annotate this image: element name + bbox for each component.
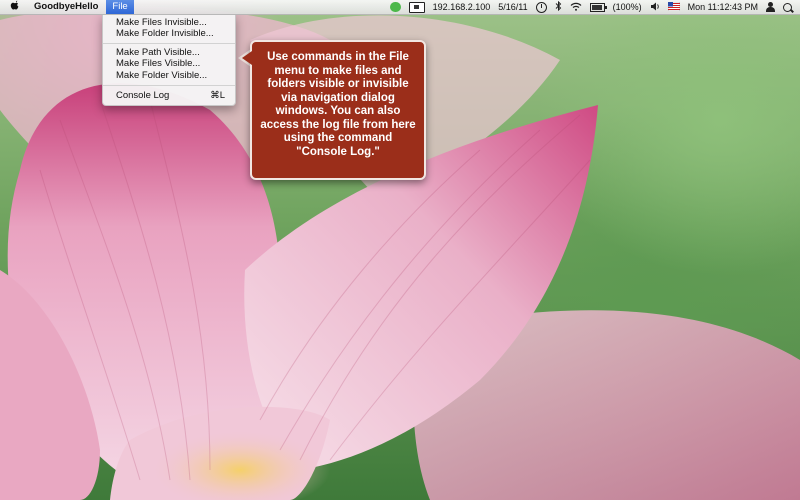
menu-item-label: Make Files Visible...: [116, 58, 201, 69]
menu-separator: [103, 43, 235, 44]
menu-item-label: Make Folder Visible...: [116, 70, 208, 81]
spotlight-icon[interactable]: [783, 2, 792, 12]
callout-pointer-fill: [242, 51, 252, 65]
clock-text[interactable]: Mon 11:12:43 PM: [688, 2, 758, 12]
menu-item-make-files-invisible[interactable]: Make Files Invisible...: [103, 17, 235, 28]
battery-icon[interactable]: [589, 2, 607, 12]
help-callout: Use commands in the File menu to make fi…: [250, 40, 426, 180]
menu-item-label: Make Path Visible...: [116, 47, 200, 58]
volume-icon[interactable]: [650, 2, 660, 13]
menu-item-make-folder-invisible[interactable]: Make Folder Invisible...: [103, 28, 235, 39]
status-area: 192.168.2.100 5/16/11 (100%) Mon 11:12:4…: [389, 0, 800, 14]
menu-item-make-folder-visible[interactable]: Make Folder Visible...: [103, 70, 235, 81]
menu-item-label: Make Folder Invisible...: [116, 28, 214, 39]
menu-item-shortcut: ⌘L: [210, 90, 225, 101]
apple-icon[interactable]: [0, 0, 30, 15]
menu-bar: GoodbyeHello File 192.168.2.100 5/16/11 …: [0, 0, 800, 15]
battery-percent: (100%): [612, 2, 642, 12]
date-text: 5/16/11: [498, 2, 528, 12]
time-machine-icon[interactable]: [535, 1, 547, 13]
menu-item-make-files-visible[interactable]: Make Files Visible...: [103, 58, 235, 69]
callout-text: Use commands in the File menu to make fi…: [260, 51, 416, 158]
menu-item-label: Make Files Invisible...: [116, 17, 207, 28]
file-menu[interactable]: File: [106, 0, 134, 14]
apple-logo-icon: [10, 0, 19, 9]
bluetooth-icon[interactable]: [555, 0, 562, 13]
flag-icon[interactable]: [667, 1, 680, 13]
display-icon[interactable]: [408, 1, 425, 13]
app-menu-goodbyehello[interactable]: GoodbyeHello: [30, 0, 106, 14]
wifi-icon[interactable]: [570, 2, 582, 13]
ip-address: 192.168.2.100: [432, 2, 491, 12]
user-icon[interactable]: [766, 2, 775, 12]
file-menu-dropdown: Make Files Invisible... Make Folder Invi…: [102, 14, 236, 106]
wechat-icon[interactable]: [389, 2, 401, 12]
menu-item-console-log[interactable]: Console Log ⌘L: [103, 90, 235, 101]
menu-item-make-path-visible[interactable]: Make Path Visible...: [103, 47, 235, 58]
menu-separator: [103, 85, 235, 86]
menu-item-label: Console Log: [116, 90, 170, 101]
